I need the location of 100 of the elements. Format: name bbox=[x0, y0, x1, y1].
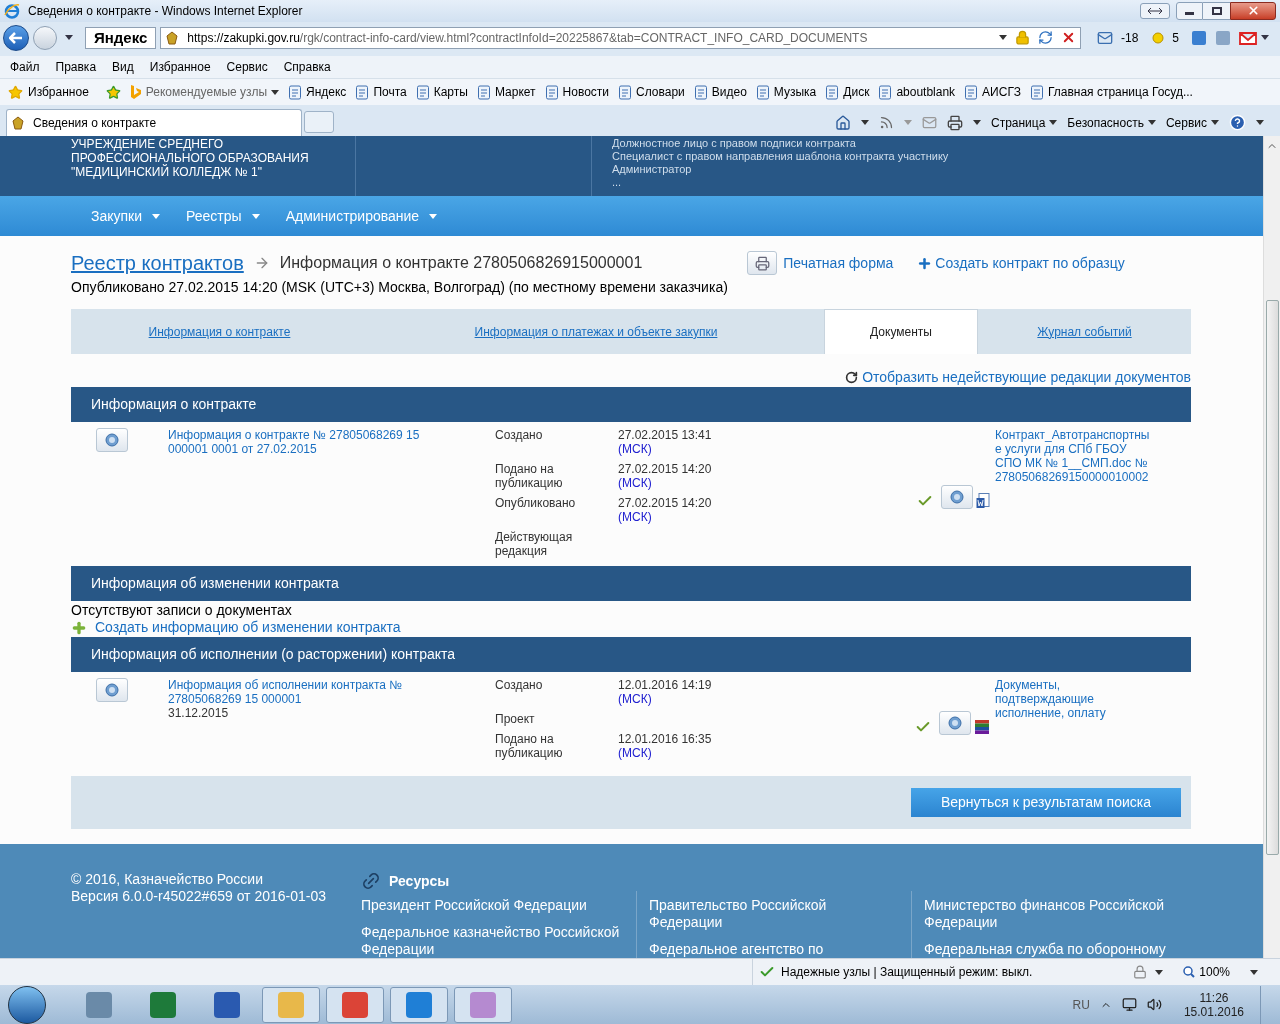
favorite-link[interactable]: Яндекс bbox=[306, 83, 347, 102]
menu-item[interactable]: Избранное bbox=[149, 57, 211, 76]
role-text: Специалист с правом направления шаблона контракта участнику bbox=[612, 150, 949, 164]
print-icon[interactable] bbox=[946, 114, 963, 131]
browser-tab[interactable]: Сведения о контракте bbox=[6, 109, 302, 137]
caret-icon bbox=[1261, 35, 1269, 41]
command-menu[interactable]: Сервис bbox=[1165, 113, 1219, 132]
maximize-button[interactable] bbox=[1203, 1, 1230, 20]
command-menu[interactable]: Страница bbox=[990, 113, 1058, 132]
favorite-link[interactable]: aboutblank bbox=[896, 83, 956, 102]
favorite-link[interactable]: Маркет bbox=[494, 83, 536, 102]
tab[interactable]: Информация о контракте bbox=[71, 309, 368, 355]
language-indicator[interactable]: RU bbox=[1072, 995, 1090, 1014]
mail-icon bbox=[1239, 30, 1257, 45]
page-icon bbox=[693, 84, 708, 100]
lock-icon bbox=[1014, 30, 1030, 46]
favorite-link[interactable]: Видео bbox=[711, 83, 747, 102]
published-info: Опубликовано 27.02.2015 14:20 (MSK (UTC+3) Москва, Волгоград) (по местному времени заказчика) bbox=[71, 278, 729, 298]
feed-icon[interactable] bbox=[878, 115, 894, 131]
footer-link[interactable]: Министерство финансов Российской Федерации bbox=[924, 897, 1174, 932]
caret-icon bbox=[271, 89, 279, 95]
favorite-link[interactable]: АИСГЗ bbox=[982, 83, 1021, 102]
footer-link[interactable]: Федеральная служба по оборонному bbox=[924, 941, 1174, 959]
refresh-icon[interactable] bbox=[1037, 30, 1053, 46]
speaker-icon[interactable] bbox=[1146, 997, 1162, 1013]
scroll-thumb[interactable] bbox=[1265, 300, 1279, 856]
bing-icon bbox=[129, 85, 142, 100]
emblem-icon bbox=[11, 116, 25, 131]
mail-icon bbox=[1096, 29, 1113, 46]
close-icon bbox=[1246, 4, 1260, 18]
protected-mode-icon bbox=[1133, 965, 1148, 980]
organization-name: УЧРЕЖДЕНИЕ СРЕДНЕГО bbox=[71, 137, 225, 152]
weather-reading: -18 bbox=[1120, 29, 1139, 47]
footer-link[interactable]: Федеральное казначейство Российской Федерации bbox=[361, 924, 624, 959]
add-favorite-icon[interactable] bbox=[105, 84, 121, 100]
help-icon[interactable] bbox=[1229, 114, 1246, 132]
create-from-template-button[interactable]: Создать контракт по образцу bbox=[917, 252, 1125, 274]
footer-link[interactable]: Правительство Российской Федерации bbox=[649, 897, 899, 932]
menu-item[interactable]: Файл bbox=[10, 57, 40, 76]
books-icon bbox=[974, 719, 990, 736]
file-link[interactable]: Контракт_Автотранспортные услуги для СПб ГБОУ СПО МК № 1__СМП.doc № 27805068269150000010002 bbox=[995, 428, 1155, 485]
record-link[interactable]: Информация об исполнении контракта № 27805068269 15 000001 bbox=[168, 678, 443, 707]
section-header: Информация о контракте bbox=[71, 387, 1191, 423]
taskbar-app-button[interactable] bbox=[454, 986, 512, 1023]
taskbar-app-button[interactable] bbox=[326, 986, 384, 1023]
home-icon[interactable] bbox=[834, 114, 851, 131]
tab[interactable]: Документы bbox=[824, 309, 978, 355]
record-link[interactable]: Информация о контракте № 27805068269 15 000001 0001 от 27.02.2015 bbox=[168, 428, 443, 457]
mail-icon[interactable] bbox=[921, 115, 937, 131]
menu-item[interactable]: Вид bbox=[112, 57, 134, 76]
event-label: Проект bbox=[495, 712, 536, 727]
section-header: Информация об исполнении (о расторжении) контракта bbox=[71, 637, 1191, 673]
caret-icon bbox=[903, 120, 912, 126]
command-menu[interactable]: Безопасность bbox=[1067, 113, 1156, 132]
menu-item[interactable]: Справка bbox=[283, 57, 331, 76]
favorite-link[interactable]: Новости bbox=[562, 83, 609, 102]
create-link[interactable]: Создать информацию об изменении контракта bbox=[95, 619, 401, 637]
tab[interactable]: Журнал событий bbox=[978, 309, 1191, 355]
footer-link[interactable]: Федеральное агентство по bbox=[649, 941, 899, 959]
back-button[interactable] bbox=[3, 24, 29, 51]
menu-item[interactable]: Сервис bbox=[226, 57, 268, 76]
file-link[interactable]: Документы, подтверждающие исполнение, оплату bbox=[995, 678, 1155, 721]
timezone-label: (МСК) bbox=[618, 510, 653, 525]
seal-button[interactable] bbox=[939, 711, 971, 736]
star-icon bbox=[8, 84, 23, 100]
minimize-button[interactable] bbox=[1176, 1, 1203, 20]
registry-link[interactable]: Реестр контрактов bbox=[71, 248, 244, 279]
print-form-button[interactable]: Печатная форма bbox=[747, 251, 894, 276]
zoom-level[interactable]: 100% bbox=[1199, 963, 1230, 982]
close-button[interactable] bbox=[1230, 1, 1276, 20]
favorite-link[interactable]: Главная страница Госуд... bbox=[1047, 83, 1193, 102]
page-icon bbox=[1029, 84, 1044, 100]
tab[interactable]: Информация о платежах и объекте закупки bbox=[368, 309, 824, 355]
menu-item[interactable]: Правка bbox=[55, 57, 97, 76]
event-label: Подано на публикацию bbox=[495, 462, 564, 491]
seal-button[interactable] bbox=[941, 485, 973, 510]
seal-button[interactable] bbox=[96, 428, 128, 453]
favorites-button[interactable]: Избранное bbox=[28, 83, 89, 102]
caret-icon bbox=[1256, 120, 1264, 126]
footer-link[interactable]: Президент Российской Федерации bbox=[361, 897, 624, 915]
taskbar-app-button[interactable] bbox=[262, 986, 320, 1023]
favorite-link[interactable]: Словари bbox=[636, 83, 685, 102]
restore-size-button[interactable] bbox=[1140, 2, 1170, 19]
timezone-label: (МСК) bbox=[618, 692, 653, 707]
taskbar-app-button[interactable] bbox=[390, 986, 448, 1023]
favorite-link[interactable]: Музыка bbox=[773, 83, 817, 102]
page-icon bbox=[618, 84, 632, 100]
page-icon bbox=[544, 84, 559, 100]
favorite-link[interactable]: Почта bbox=[373, 83, 407, 102]
page-icon bbox=[825, 84, 840, 100]
print-icon bbox=[754, 255, 770, 271]
favorite-link[interactable]: Диск bbox=[843, 83, 870, 102]
address-field[interactable]: https://zakupki.gov.ru/rgk/contract-info-card/view.html?contractInfoId=20225867&tab=CONTRACT_INFO_CARD_DOCUMENTS bbox=[160, 26, 1081, 49]
favorite-link[interactable]: Карты bbox=[433, 83, 468, 102]
page-icon bbox=[964, 84, 979, 100]
seal-button[interactable] bbox=[96, 678, 128, 703]
network-icon[interactable] bbox=[1121, 997, 1137, 1013]
page-icon bbox=[878, 84, 893, 100]
start-button[interactable] bbox=[8, 985, 46, 1024]
favorites-dropdown[interactable]: Рекомендуемые узлы bbox=[145, 83, 267, 102]
